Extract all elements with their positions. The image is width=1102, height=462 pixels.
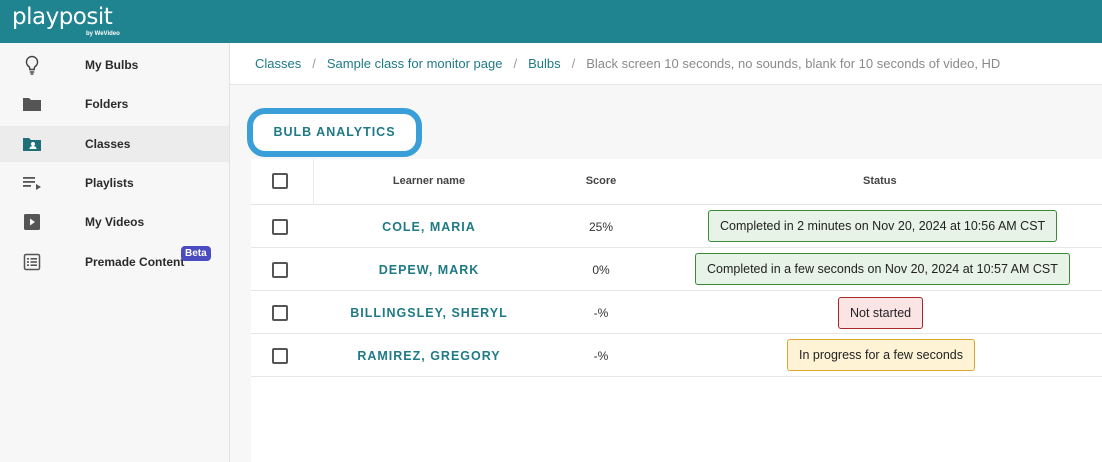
- breadcrumb-separator: /: [312, 56, 316, 71]
- playposit-logo[interactable]: playposit by WeVideo: [12, 4, 120, 37]
- table-row: BILLINGSLEY, SHERYL -% Not started: [251, 291, 1102, 334]
- learner-score: -%: [593, 349, 609, 363]
- sidebar-item-label: Classes: [85, 137, 131, 151]
- sidebar-item-folders[interactable]: Folders: [0, 86, 229, 122]
- header-divider: [313, 159, 314, 205]
- row-checkbox[interactable]: [272, 219, 288, 235]
- table-row: COLE, MARIA 25% Completed in 2 minutes o…: [251, 205, 1102, 248]
- learner-name-link[interactable]: RAMIREZ, GREGORY: [315, 349, 543, 363]
- learners-table: Learner name Score Status COLE, MARIA 25…: [251, 159, 1102, 462]
- header-learner-name[interactable]: Learner name: [315, 175, 543, 187]
- learner-score: 25%: [588, 220, 614, 234]
- header-score[interactable]: Score: [571, 175, 631, 187]
- table-header: Learner name Score Status: [251, 159, 1102, 205]
- learner-name-link[interactable]: DEPEW, MARK: [315, 263, 543, 277]
- table-row: DEPEW, MARK 0% Completed in a few second…: [251, 248, 1102, 291]
- status-badge: Not started: [838, 297, 924, 329]
- sidebar: My Bulbs Folders Classes Playlists My Vi…: [0, 43, 230, 462]
- lightbulb-icon: [22, 55, 42, 75]
- breadcrumb-bulbs[interactable]: Bulbs: [528, 56, 561, 71]
- bulb-analytics-button[interactable]: BULB ANALYTICS: [257, 119, 412, 146]
- status-badge: Completed in a few seconds on Nov 20, 20…: [695, 253, 1070, 285]
- logo-text: playposit: [12, 4, 113, 30]
- status-badge: Completed in 2 minutes on Nov 20, 2024 a…: [708, 210, 1058, 242]
- video-icon: [22, 212, 42, 232]
- learner-score: 0%: [592, 263, 610, 277]
- sidebar-item-my-videos[interactable]: My Videos: [0, 204, 229, 240]
- status-badge: In progress for a few seconds: [787, 339, 975, 371]
- bulb-analytics-highlight: BULB ANALYTICS: [247, 108, 422, 157]
- logo-subtext: by WeVideo: [86, 31, 120, 37]
- breadcrumb-separator: /: [513, 56, 518, 71]
- learner-name-link[interactable]: BILLINGSLEY, SHERYL: [315, 306, 543, 320]
- breadcrumb: Classes / Sample class for monitor page …: [230, 43, 1102, 85]
- top-bar: playposit by WeVideo: [0, 0, 1102, 43]
- sidebar-item-label: My Bulbs: [85, 58, 139, 72]
- list-icon: [22, 252, 42, 272]
- beta-badge: Beta: [181, 246, 211, 261]
- breadcrumb-class[interactable]: Sample class for monitor page: [327, 56, 503, 71]
- sidebar-item-label: My Videos: [85, 215, 145, 229]
- breadcrumb-classes[interactable]: Classes: [255, 56, 301, 71]
- class-folder-icon: [22, 134, 42, 154]
- sidebar-item-label: Playlists: [85, 176, 134, 190]
- sidebar-item-classes[interactable]: Classes: [0, 126, 229, 162]
- breadcrumb-separator: /: [571, 56, 576, 71]
- sidebar-item-label: Folders: [85, 97, 129, 111]
- playlist-icon: [22, 173, 42, 193]
- row-checkbox[interactable]: [272, 305, 288, 321]
- breadcrumb-current: Black screen 10 seconds, no sounds, blan…: [586, 56, 1001, 71]
- select-all-checkbox[interactable]: [272, 173, 288, 189]
- learner-score: -%: [593, 306, 609, 320]
- sidebar-item-premade-content[interactable]: Premade Content Beta: [0, 244, 229, 280]
- header-status[interactable]: Status: [863, 175, 897, 187]
- sidebar-item-my-bulbs[interactable]: My Bulbs: [0, 47, 229, 83]
- table-row: RAMIREZ, GREGORY -% In progress for a fe…: [251, 334, 1102, 377]
- folder-icon: [22, 94, 42, 114]
- row-checkbox[interactable]: [272, 348, 288, 364]
- sidebar-item-label: Premade Content: [85, 255, 185, 269]
- learner-name-link[interactable]: COLE, MARIA: [315, 220, 543, 234]
- main-content: Classes / Sample class for monitor page …: [230, 43, 1102, 462]
- row-checkbox[interactable]: [272, 262, 288, 278]
- sidebar-item-playlists[interactable]: Playlists: [0, 165, 229, 201]
